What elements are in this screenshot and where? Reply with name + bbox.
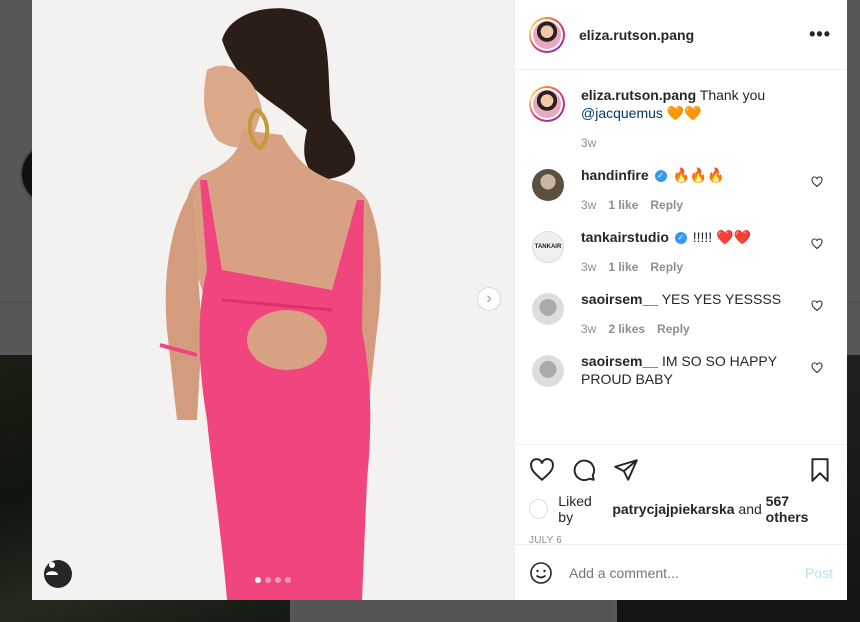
caption-text: Thank you (699, 87, 766, 103)
comment-item: handinfire ✓ 🔥🔥🔥 3w 1 like Reply (529, 166, 831, 214)
avatar[interactable] (529, 499, 549, 519)
comment-likes[interactable]: 2 likes (608, 320, 645, 338)
comment-username[interactable]: saoirsem__ (581, 353, 658, 369)
verified-icon: ✓ (674, 232, 687, 245)
post-actions: Liked by patrycjajpiekarska and 567 othe… (515, 444, 847, 546)
like-comment-icon[interactable] (811, 238, 823, 250)
like-comment-icon[interactable] (811, 176, 823, 188)
comment-text: !!!!! ❤️❤️ (692, 229, 751, 245)
avatar[interactable] (532, 293, 564, 325)
liked-by-username[interactable]: patrycjajpiekarska (612, 501, 734, 517)
avatar (533, 90, 561, 118)
comment-list: eliza.rutson.pang Thank you @jacquemus 🧡… (515, 70, 847, 444)
comment-time[interactable]: 3w (581, 196, 596, 214)
carousel-dot (265, 577, 271, 583)
avatar[interactable] (532, 355, 564, 387)
comment-item: saoirsem__ IM SO SO HAPPY PROUD BABY (529, 352, 831, 388)
comment-text: 🔥🔥🔥 (672, 167, 725, 183)
likes-count[interactable]: 567 others (766, 493, 833, 525)
user-icon (46, 562, 58, 575)
comment-time[interactable]: 3w (581, 258, 596, 276)
reply-button[interactable]: Reply (650, 258, 683, 276)
comment-username[interactable]: tankairstudio (581, 229, 669, 245)
comment-item: TANKAIR tankairstudio ✓ !!!!! ❤️❤️ 3w 1 … (529, 228, 831, 276)
carousel-dots (32, 577, 514, 583)
caption-username[interactable]: eliza.rutson.pang (581, 87, 696, 103)
comment-likes[interactable]: 1 like (608, 196, 638, 214)
add-comment-input[interactable] (567, 563, 805, 582)
comment-likes[interactable]: 1 like (608, 258, 638, 276)
likes-prefix: Liked by (558, 493, 592, 525)
avatar[interactable] (532, 169, 564, 201)
story-ring[interactable] (529, 16, 565, 53)
comment-item: saoirsem__ YES YES YESSSS 3w 2 likes Rep… (529, 290, 831, 338)
comment-username[interactable]: handinfire (581, 167, 649, 183)
post-side-panel: eliza.rutson.pang ••• eliza.rutson.pang … (514, 0, 847, 600)
post-author-username[interactable]: eliza.rutson.pang (579, 27, 809, 43)
share-icon[interactable] (613, 457, 639, 483)
caption-time[interactable]: 3w (581, 134, 596, 152)
tagged-users-button[interactable] (44, 560, 72, 588)
like-comment-icon[interactable] (811, 300, 823, 312)
story-ring[interactable] (529, 86, 565, 122)
reply-button[interactable]: Reply (657, 320, 690, 338)
carousel-dot (255, 577, 261, 583)
more-options-icon[interactable]: ••• (809, 24, 831, 45)
post-header: eliza.rutson.pang ••• (515, 0, 847, 70)
emoji-icon[interactable] (529, 561, 553, 585)
add-comment-bar: Post (515, 544, 847, 600)
post-modal: › eliza.rutson.pang ••• eliza.rutson.pan… (32, 0, 847, 600)
post-photo (32, 0, 514, 600)
carousel-dot (275, 577, 281, 583)
likes-and: and (738, 501, 762, 517)
post-media[interactable]: › (32, 0, 514, 600)
avatar (533, 20, 561, 49)
reply-button[interactable]: Reply (650, 196, 683, 214)
bookmark-icon[interactable] (807, 457, 833, 483)
comment-username[interactable]: saoirsem__ (581, 291, 658, 307)
comment-icon[interactable] (571, 457, 597, 483)
post-comment-button[interactable]: Post (805, 565, 833, 581)
avatar[interactable]: TANKAIR (532, 231, 564, 263)
caption: eliza.rutson.pang Thank you @jacquemus 🧡… (529, 86, 831, 152)
post-date[interactable]: JULY 6 (529, 535, 833, 546)
caption-mention[interactable]: @jacquemus (581, 105, 663, 121)
comment-time[interactable]: 3w (581, 320, 596, 338)
likes-summary: Liked by patrycjajpiekarska and 567 othe… (529, 493, 833, 525)
caption-emoji: 🧡🧡 (666, 105, 702, 121)
next-photo-button[interactable]: › (477, 287, 501, 311)
comment-text: YES YES YESSSS (661, 291, 782, 307)
verified-icon: ✓ (654, 170, 667, 183)
carousel-dot (285, 577, 291, 583)
like-comment-icon[interactable] (811, 362, 823, 374)
like-icon[interactable] (529, 457, 555, 483)
